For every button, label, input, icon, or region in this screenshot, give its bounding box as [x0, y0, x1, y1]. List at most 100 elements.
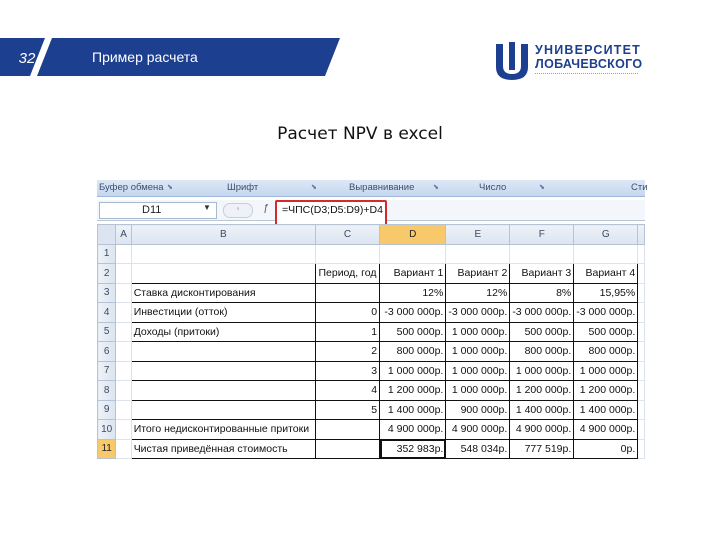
cell-d9[interactable]: 1 400 000р. — [379, 399, 447, 420]
cell-f2[interactable]: Вариант 3 — [509, 263, 575, 284]
column-header-b[interactable]: B — [130, 224, 316, 245]
cell-c11[interactable] — [314, 438, 381, 459]
cell-e11[interactable]: 548 034р. — [445, 438, 511, 459]
cell-h10[interactable] — [637, 419, 645, 440]
cell-b3[interactable]: Ставка дисконтирования — [130, 282, 316, 303]
cell-b10[interactable]: Итого недисконтированные притоки — [130, 419, 316, 440]
column-header-g[interactable]: G — [573, 224, 639, 245]
cell-g10[interactable]: 4 900 000р. — [573, 419, 639, 440]
cell-d11[interactable]: 352 983р. — [379, 438, 447, 459]
column-header-c[interactable]: C — [314, 224, 381, 245]
cell-h1[interactable] — [637, 243, 645, 264]
cell-e8[interactable]: 1 000 000р. — [445, 380, 511, 401]
cell-a5[interactable] — [115, 321, 132, 342]
cell-g5[interactable]: 500 000р. — [573, 321, 639, 342]
cell-e2[interactable]: Вариант 2 — [445, 263, 511, 284]
cell-a2[interactable] — [115, 263, 132, 284]
cell-b11[interactable]: Чистая приведённая стоимость — [130, 438, 316, 459]
cell-a9[interactable] — [115, 399, 132, 420]
cell-a1[interactable] — [115, 243, 132, 264]
cell-f10[interactable]: 4 900 000р. — [509, 419, 575, 440]
cell-g1[interactable] — [573, 243, 639, 264]
cell-d10[interactable]: 4 900 000р. — [379, 419, 447, 440]
cell-h3[interactable] — [637, 282, 645, 303]
cell-e7[interactable]: 1 000 000р. — [445, 360, 511, 381]
ribbon-group-font[interactable]: Шрифт — [227, 182, 258, 193]
cell-h11[interactable] — [637, 438, 645, 459]
ribbon-group-clipboard[interactable]: Буфер обмена — [99, 182, 164, 193]
cell-f1[interactable] — [509, 243, 575, 264]
cell-c9[interactable]: 5 — [314, 399, 381, 420]
cell-g2[interactable]: Вариант 4 — [573, 263, 639, 284]
cell-b9[interactable] — [130, 399, 316, 420]
cell-a10[interactable] — [115, 419, 132, 440]
cell-d6[interactable]: 800 000р. — [379, 341, 447, 362]
row-header-3[interactable]: 3 — [96, 282, 117, 303]
cell-e1[interactable] — [445, 243, 511, 264]
cell-f11[interactable]: 777 519р. — [509, 438, 575, 459]
ribbon-group-styles[interactable]: Сти — [631, 182, 648, 193]
formula-bar-handle[interactable]: ◦ — [223, 203, 253, 218]
cell-g3[interactable]: 15,95% — [573, 282, 639, 303]
cell-e10[interactable]: 4 900 000р. — [445, 419, 511, 440]
cell-d5[interactable]: 500 000р. — [379, 321, 447, 342]
cell-f6[interactable]: 800 000р. — [509, 341, 575, 362]
cell-b1[interactable] — [130, 243, 316, 264]
column-header-e[interactable]: E — [445, 224, 511, 245]
row-header-9[interactable]: 9 — [96, 399, 117, 420]
cell-b6[interactable] — [130, 341, 316, 362]
cell-c4[interactable]: 0 — [314, 302, 381, 323]
cell-h5[interactable] — [637, 321, 645, 342]
cell-f4[interactable]: -3 000 000р. — [509, 302, 575, 323]
cell-d7[interactable]: 1 000 000р. — [379, 360, 447, 381]
cell-g11[interactable]: 0р. — [573, 438, 639, 459]
cell-b7[interactable] — [130, 360, 316, 381]
cell-g4[interactable]: -3 000 000р. — [573, 302, 639, 323]
row-header-8[interactable]: 8 — [96, 380, 117, 401]
cell-e3[interactable]: 12% — [445, 282, 511, 303]
cell-g9[interactable]: 1 400 000р. — [573, 399, 639, 420]
cell-e6[interactable]: 1 000 000р. — [445, 341, 511, 362]
cell-h8[interactable] — [637, 380, 645, 401]
cell-d3[interactable]: 12% — [379, 282, 447, 303]
cell-a6[interactable] — [115, 341, 132, 362]
cell-f5[interactable]: 500 000р. — [509, 321, 575, 342]
row-header-5[interactable]: 5 — [96, 321, 117, 342]
cell-b8[interactable] — [130, 380, 316, 401]
cell-c8[interactable]: 4 — [314, 380, 381, 401]
column-header-d[interactable]: D — [379, 224, 447, 245]
row-header-4[interactable]: 4 — [96, 302, 117, 323]
cell-f7[interactable]: 1 000 000р. — [509, 360, 575, 381]
cell-e4[interactable]: -3 000 000р. — [445, 302, 511, 323]
function-icon[interactable]: ƒ — [263, 203, 269, 214]
chevron-down-icon[interactable]: ▼ — [203, 203, 211, 212]
cell-a7[interactable] — [115, 360, 132, 381]
row-header-7[interactable]: 7 — [96, 360, 117, 381]
dialog-launcher-icon[interactable]: ⬊ — [433, 183, 439, 191]
cell-h6[interactable] — [637, 341, 645, 362]
column-header-a[interactable]: A — [115, 224, 132, 245]
cell-c5[interactable]: 1 — [314, 321, 381, 342]
cell-d2[interactable]: Вариант 1 — [379, 263, 447, 284]
cell-a8[interactable] — [115, 380, 132, 401]
cell-f3[interactable]: 8% — [509, 282, 575, 303]
cell-a11[interactable] — [115, 438, 132, 459]
cell-g8[interactable]: 1 200 000р. — [573, 380, 639, 401]
cell-b4[interactable]: Инвестиции (отток) — [130, 302, 316, 323]
column-header-f[interactable]: F — [509, 224, 575, 245]
cell-a3[interactable] — [115, 282, 132, 303]
cell-f9[interactable]: 1 400 000р. — [509, 399, 575, 420]
cell-h4[interactable] — [637, 302, 645, 323]
cell-d4[interactable]: -3 000 000р. — [379, 302, 447, 323]
row-header-10[interactable]: 10 — [96, 419, 117, 440]
row-header-11[interactable]: 11 — [96, 438, 117, 459]
formula-input[interactable]: =ЧПС(D3;D5:D9)+D4 — [275, 200, 387, 227]
cell-c3[interactable] — [314, 282, 381, 303]
cell-c10[interactable] — [314, 419, 381, 440]
cell-h9[interactable] — [637, 399, 645, 420]
ribbon-group-alignment[interactable]: Выравнивание — [349, 182, 414, 193]
cell-c1[interactable] — [314, 243, 381, 264]
row-header-6[interactable]: 6 — [96, 341, 117, 362]
cell-c2[interactable]: Период, год — [314, 263, 381, 284]
cell-h7[interactable] — [637, 360, 645, 381]
